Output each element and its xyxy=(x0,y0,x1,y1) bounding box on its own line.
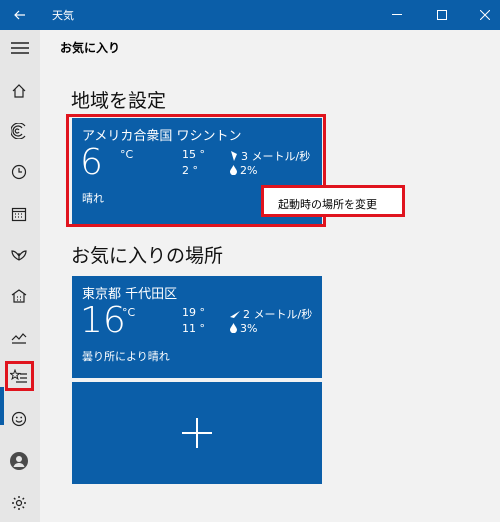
sidebar-item-settings[interactable] xyxy=(0,484,40,522)
favorite-location-card[interactable]: 東京都 千代田区 16 °C 19 ° 11 ° 2 メートル/秒 3% 曇り所… xyxy=(72,276,322,378)
precip-info: 3% xyxy=(230,322,257,335)
wind-direction-icon xyxy=(230,311,240,318)
sidebar-item-home[interactable] xyxy=(0,72,40,110)
sidebar-item-account[interactable] xyxy=(0,442,40,480)
chart-icon xyxy=(11,333,27,344)
back-arrow-icon xyxy=(14,10,25,20)
condition: 曇り所により晴れ xyxy=(82,350,170,363)
favorites-highlight-box xyxy=(5,361,34,391)
building-icon xyxy=(11,289,27,303)
minimize-icon xyxy=(392,14,402,15)
precip-chance: 3% xyxy=(240,322,258,335)
maximize-button[interactable] xyxy=(419,0,465,30)
sidebar-menu-button[interactable] xyxy=(0,30,40,68)
page-title: お気に入り xyxy=(60,41,121,55)
minimize-button[interactable] xyxy=(374,0,420,30)
temperature-unit: °C xyxy=(122,306,136,319)
favorites-section-title: お気に入りの場所 xyxy=(71,245,224,267)
back-button[interactable] xyxy=(0,0,40,30)
account-icon xyxy=(10,452,28,470)
sidebar xyxy=(0,30,40,522)
wind-speed: 2 メートル/秒 xyxy=(243,308,313,321)
temperature: 16 xyxy=(80,300,126,341)
home-icon xyxy=(12,84,26,98)
home-section-title: 地域を設定 xyxy=(71,90,167,112)
sidebar-item-forecast[interactable] xyxy=(0,112,40,150)
lotus-icon xyxy=(11,250,27,261)
wind-info: 2 メートル/秒 xyxy=(230,306,312,322)
sidebar-item-lifestyle[interactable] xyxy=(0,235,40,273)
context-menu-item-label: 起動時の場所を変更 xyxy=(278,198,377,211)
close-icon xyxy=(480,10,490,20)
sidebar-item-calendar[interactable] xyxy=(0,195,40,233)
context-menu-change-startup-location[interactable]: 起動時の場所を変更 xyxy=(261,185,405,217)
sidebar-item-places[interactable] xyxy=(0,277,40,315)
forecast-icon xyxy=(11,123,26,139)
smiley-icon xyxy=(11,411,27,427)
window-title: 天気 xyxy=(52,9,74,22)
low-temp: 11 ° xyxy=(182,322,205,335)
history-clock-icon xyxy=(11,164,27,180)
plus-icon xyxy=(182,418,212,448)
title-bar: 天気 xyxy=(0,0,500,30)
add-favorite-button[interactable] xyxy=(72,382,322,484)
sidebar-item-history[interactable] xyxy=(0,153,40,191)
sidebar-item-charts[interactable] xyxy=(0,318,40,356)
calendar-icon xyxy=(11,207,27,222)
raindrop-icon xyxy=(230,323,237,334)
high-temp: 19 ° xyxy=(182,306,205,319)
hamburger-menu-icon xyxy=(11,42,29,54)
settings-gear-icon xyxy=(12,496,26,510)
maximize-icon xyxy=(437,10,447,20)
close-button[interactable] xyxy=(462,0,500,30)
sidebar-item-feedback[interactable] xyxy=(0,400,40,438)
